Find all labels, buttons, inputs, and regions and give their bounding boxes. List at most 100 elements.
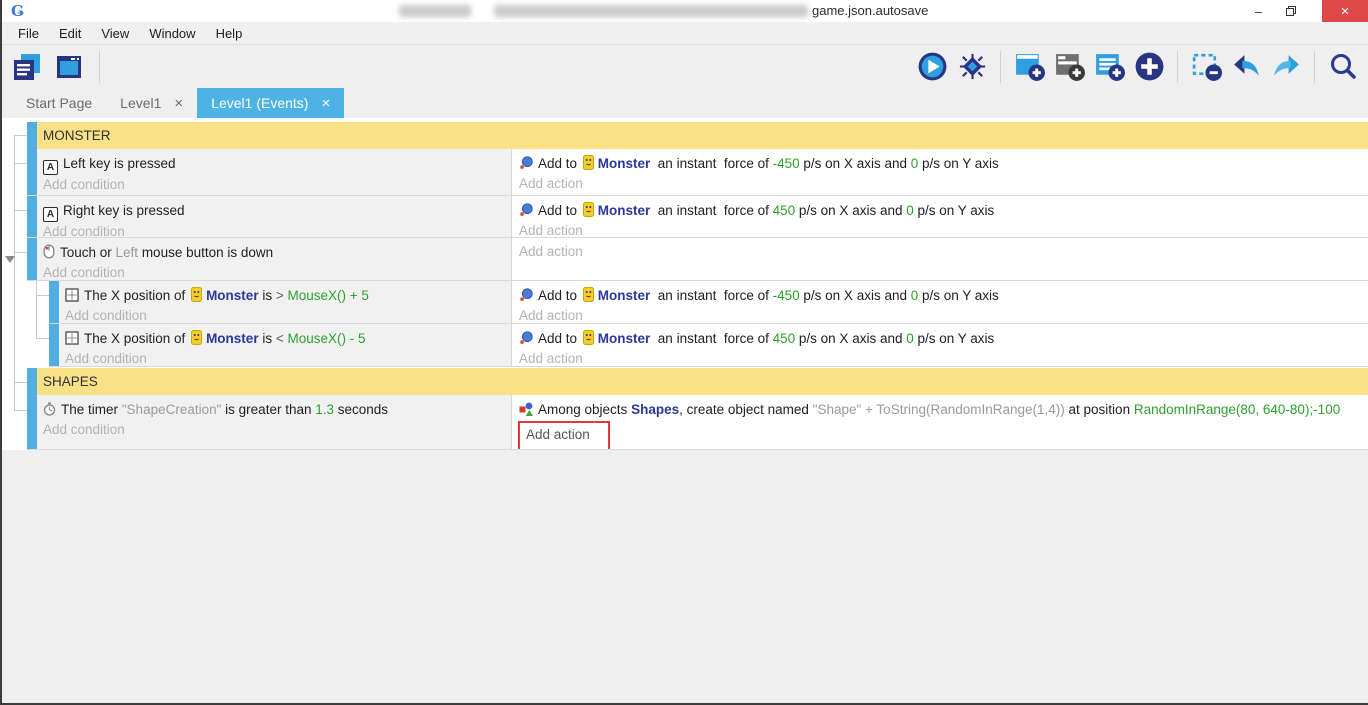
action-cell[interactable]: Add to Monster an instant force of -450 … xyxy=(512,149,1368,195)
blurred-title-segment xyxy=(494,5,808,17)
event-text-segment: Right key is pressed xyxy=(63,203,185,218)
event-text-segment: 450 xyxy=(773,203,796,218)
action-cell[interactable]: Add action xyxy=(512,238,1368,280)
event-text-segment: p/s on X axis and xyxy=(795,331,906,346)
add-event-button[interactable] xyxy=(1012,50,1046,84)
redo-button[interactable] xyxy=(1269,50,1303,84)
start-page-button[interactable] xyxy=(52,50,86,84)
event-color-bar xyxy=(27,238,37,280)
action-cell[interactable]: Add to Monster an instant force of 450 p… xyxy=(512,324,1368,366)
restore-button[interactable] xyxy=(1277,0,1304,22)
action-text[interactable]: Add to Monster an instant force of 450 p… xyxy=(519,328,1368,349)
event-row[interactable]: Touch or Left mouse button is downAdd co… xyxy=(27,238,1368,281)
event-text-segment: Left key is pressed xyxy=(63,156,176,171)
event-text-segment: "ShapeCreation" xyxy=(122,402,222,417)
condition-text[interactable]: The timer "ShapeCreation" is greater tha… xyxy=(43,399,511,420)
event-text-segment: Monster xyxy=(598,203,651,218)
project-manager-button[interactable] xyxy=(10,50,44,84)
add-condition-link[interactable]: Add condition xyxy=(65,349,511,366)
condition-text[interactable]: A Right key is pressed xyxy=(43,200,511,222)
add-action-link[interactable]: Add action xyxy=(519,306,1368,323)
menu-item-edit[interactable]: Edit xyxy=(49,22,91,45)
event-row[interactable]: A Right key is pressed Add condition Add to… xyxy=(27,196,1368,238)
action-cell[interactable]: Among objects Shapes, create object name… xyxy=(512,395,1368,449)
condition-cell[interactable]: A Right key is pressed Add condition xyxy=(37,196,512,237)
monster-object-icon xyxy=(191,330,202,345)
condition-text[interactable]: The X position of Monster is > MouseX() … xyxy=(65,285,511,306)
event-text-segment: p/s on Y axis xyxy=(914,331,995,346)
add-action-link[interactable]: Add action xyxy=(526,425,590,444)
add-new-button[interactable] xyxy=(1132,50,1166,84)
delete-event-button[interactable] xyxy=(1189,50,1223,84)
tab-label: Start Page xyxy=(26,95,92,111)
event-group-header[interactable]: MONSTER xyxy=(27,122,1368,149)
condition-cell[interactable]: The X position of Monster is < MouseX() … xyxy=(59,324,512,366)
action-text[interactable]: Among objects Shapes, create object name… xyxy=(519,399,1368,420)
gdevelop-logo-icon: Ǥ xyxy=(11,2,24,20)
event-text-segment: Add to xyxy=(538,288,581,303)
action-text[interactable]: Add to Monster an instant force of 450 p… xyxy=(519,200,1368,221)
event-text-segment: Add to xyxy=(538,156,581,171)
add-action-link[interactable]: Add action xyxy=(519,349,1368,366)
condition-text[interactable]: The X position of Monster is < MouseX() … xyxy=(65,328,511,349)
menu-item-window[interactable]: Window xyxy=(139,22,205,45)
tab-level1-events-[interactable]: Level1 (Events)× xyxy=(197,88,344,118)
add-action-link[interactable]: Add action xyxy=(519,174,1368,193)
event-text-segment: Left xyxy=(116,245,139,260)
debug-button[interactable] xyxy=(955,50,989,84)
menu-item-file[interactable]: File xyxy=(8,22,49,45)
monster-object-icon xyxy=(191,287,202,302)
add-action-link[interactable]: Add action xyxy=(519,221,1368,237)
play-button[interactable] xyxy=(915,50,949,84)
minimize-button[interactable]: – xyxy=(1245,0,1272,22)
search-button[interactable] xyxy=(1326,50,1360,84)
condition-cell[interactable]: The timer "ShapeCreation" is greater tha… xyxy=(37,395,512,449)
add-condition-link[interactable]: Add condition xyxy=(65,306,511,323)
condition-cell[interactable]: The X position of Monster is > MouseX() … xyxy=(59,281,512,323)
event-row[interactable]: The X position of Monster is < MouseX() … xyxy=(49,324,1368,367)
add-condition-link[interactable]: Add condition xyxy=(43,420,511,439)
event-text-segment: at position xyxy=(1065,402,1134,417)
keyboard-key-icon: A xyxy=(43,207,58,222)
event-row[interactable]: The timer "ShapeCreation" is greater tha… xyxy=(27,395,1368,450)
event-group-header[interactable]: SHAPES xyxy=(27,368,1368,395)
action-cell[interactable]: Add to Monster an instant force of -450 … xyxy=(512,281,1368,323)
add-comment-button[interactable] xyxy=(1092,50,1126,84)
menu-item-help[interactable]: Help xyxy=(206,22,253,45)
menu-item-view[interactable]: View xyxy=(91,22,139,45)
action-cell[interactable]: Add to Monster an instant force of 450 p… xyxy=(512,196,1368,237)
action-text[interactable]: Add to Monster an instant force of -450 … xyxy=(519,285,1368,306)
start-page-icon xyxy=(53,51,85,83)
monster-object-icon xyxy=(583,155,594,170)
tab-level1[interactable]: Level1× xyxy=(106,88,197,118)
event-text-segment: Among objects xyxy=(538,402,631,417)
event-text-segment: seconds xyxy=(334,402,388,417)
close-tab-icon[interactable]: × xyxy=(321,95,330,112)
add-subevent-button[interactable] xyxy=(1052,50,1086,84)
action-text[interactable]: Add to Monster an instant force of -450 … xyxy=(519,153,1368,174)
event-text-segment: The X position of xyxy=(84,288,189,303)
add-comment-icon xyxy=(1093,50,1126,83)
close-tab-icon[interactable]: × xyxy=(174,95,183,112)
add-condition-link[interactable]: Add condition xyxy=(43,222,511,237)
condition-cell[interactable]: Touch or Left mouse button is downAdd co… xyxy=(37,238,512,280)
tab-bar: Start Page Level1×Level1 (Events)× xyxy=(2,88,1368,118)
event-color-bar xyxy=(27,196,37,237)
event-row[interactable]: The X position of Monster is > MouseX() … xyxy=(49,281,1368,324)
add-new-icon xyxy=(1133,50,1166,83)
event-group-label: MONSTER xyxy=(37,122,1368,149)
condition-text[interactable]: ALeft key is pressed xyxy=(43,153,511,175)
add-action-link[interactable]: Add action xyxy=(519,242,1368,261)
close-button[interactable]: × xyxy=(1322,0,1368,22)
condition-text[interactable]: Touch or Left mouse button is down xyxy=(43,242,511,263)
condition-cell[interactable]: ALeft key is pressedAdd condition xyxy=(37,149,512,195)
undo-button[interactable] xyxy=(1229,50,1263,84)
toolbar-separator xyxy=(1177,51,1178,83)
add-condition-link[interactable]: Add condition xyxy=(43,175,511,194)
event-text-segment: Monster xyxy=(206,331,259,346)
event-row[interactable]: ALeft key is pressedAdd condition Add to … xyxy=(27,149,1368,196)
add-condition-link[interactable]: Add condition xyxy=(43,263,511,280)
event-text-segment: is xyxy=(259,331,276,346)
tab-start-page[interactable]: Start Page xyxy=(12,88,106,118)
debug-icon xyxy=(957,51,988,82)
